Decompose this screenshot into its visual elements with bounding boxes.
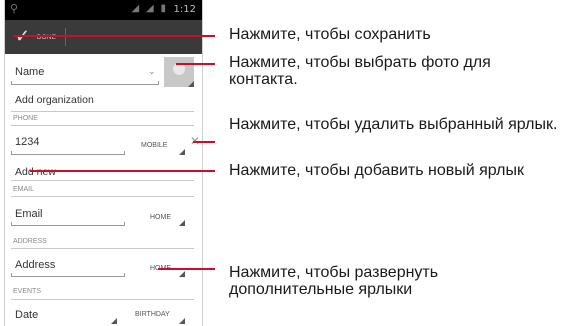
callout-line-add-new — [30, 170, 215, 172]
callout-photo: Нажмите, чтобы выбрать фото для контакта… — [229, 54, 491, 88]
action-bar-separator — [65, 28, 66, 46]
contact-photo-icon[interactable] — [164, 57, 194, 87]
status-time: 1:12 — [173, 4, 196, 15]
callout-expand: Нажмите, чтобы развернуть дополнительные… — [229, 264, 439, 298]
phone-field-underline — [11, 151, 125, 155]
signal-icon: ◢ ◢ ▮ — [131, 3, 168, 14]
chevron-down-icon[interactable]: ⌄ — [148, 66, 156, 77]
callout-line-expand — [158, 268, 215, 270]
phone-type-triangle — [179, 149, 185, 155]
action-bar: ✓ DONE — [5, 20, 202, 54]
name-field-underline — [11, 81, 159, 85]
address-section-divider — [11, 248, 194, 249]
usb-icon: ⚲ — [10, 3, 19, 15]
events-section-divider — [11, 299, 194, 300]
address-field[interactable]: Address — [15, 259, 55, 271]
phone-section-divider — [11, 125, 194, 126]
photo-corner-triangle — [188, 81, 194, 87]
callout-save: Нажмите, чтобы сохранить — [229, 26, 431, 43]
callout-line-remove — [193, 141, 215, 143]
email-field[interactable]: Email — [15, 208, 43, 220]
add-new-button[interactable]: Add new — [15, 166, 56, 178]
email-type-triangle — [179, 220, 185, 226]
email-type-spinner[interactable]: HOME — [150, 214, 171, 221]
callout-add-new: Нажмите, чтобы добавить новый ярлык — [229, 162, 524, 179]
phone-field[interactable]: 1234 — [15, 136, 39, 148]
callout-line-save — [14, 35, 215, 37]
email-section-header: EMAIL — [13, 186, 35, 193]
phone-section-header: PHONE — [13, 115, 38, 122]
address-section-header: ADDRESS — [13, 238, 47, 245]
name-field[interactable]: Name — [15, 66, 44, 78]
add-new-divider — [11, 180, 194, 181]
status-bar: ⚲ ◢ ◢ ▮ 1:12 — [5, 0, 202, 20]
address-type-triangle — [179, 271, 185, 277]
phone-screen: ⚲ ◢ ◢ ▮ 1:12 ✓ DONE Name ⌄ Add organizat… — [4, 0, 203, 326]
address-field-underline — [11, 273, 125, 277]
callout-remove: Нажмите, чтобы удалить выбранный ярлык. — [229, 116, 558, 133]
email-section-divider — [11, 196, 194, 197]
email-field-underline — [11, 222, 125, 226]
phone-type-spinner[interactable]: MOBILE — [141, 142, 167, 149]
events-section-header: EVENTS — [13, 288, 42, 295]
date-field[interactable]: Date — [15, 309, 38, 321]
organization-divider — [11, 111, 194, 112]
add-organization-button[interactable]: Add organization — [15, 94, 94, 106]
date-field-triangle — [111, 318, 117, 324]
event-type-triangle — [179, 318, 185, 324]
callout-line-photo — [176, 63, 215, 65]
event-type-spinner[interactable]: BIRTHDAY — [135, 311, 170, 318]
